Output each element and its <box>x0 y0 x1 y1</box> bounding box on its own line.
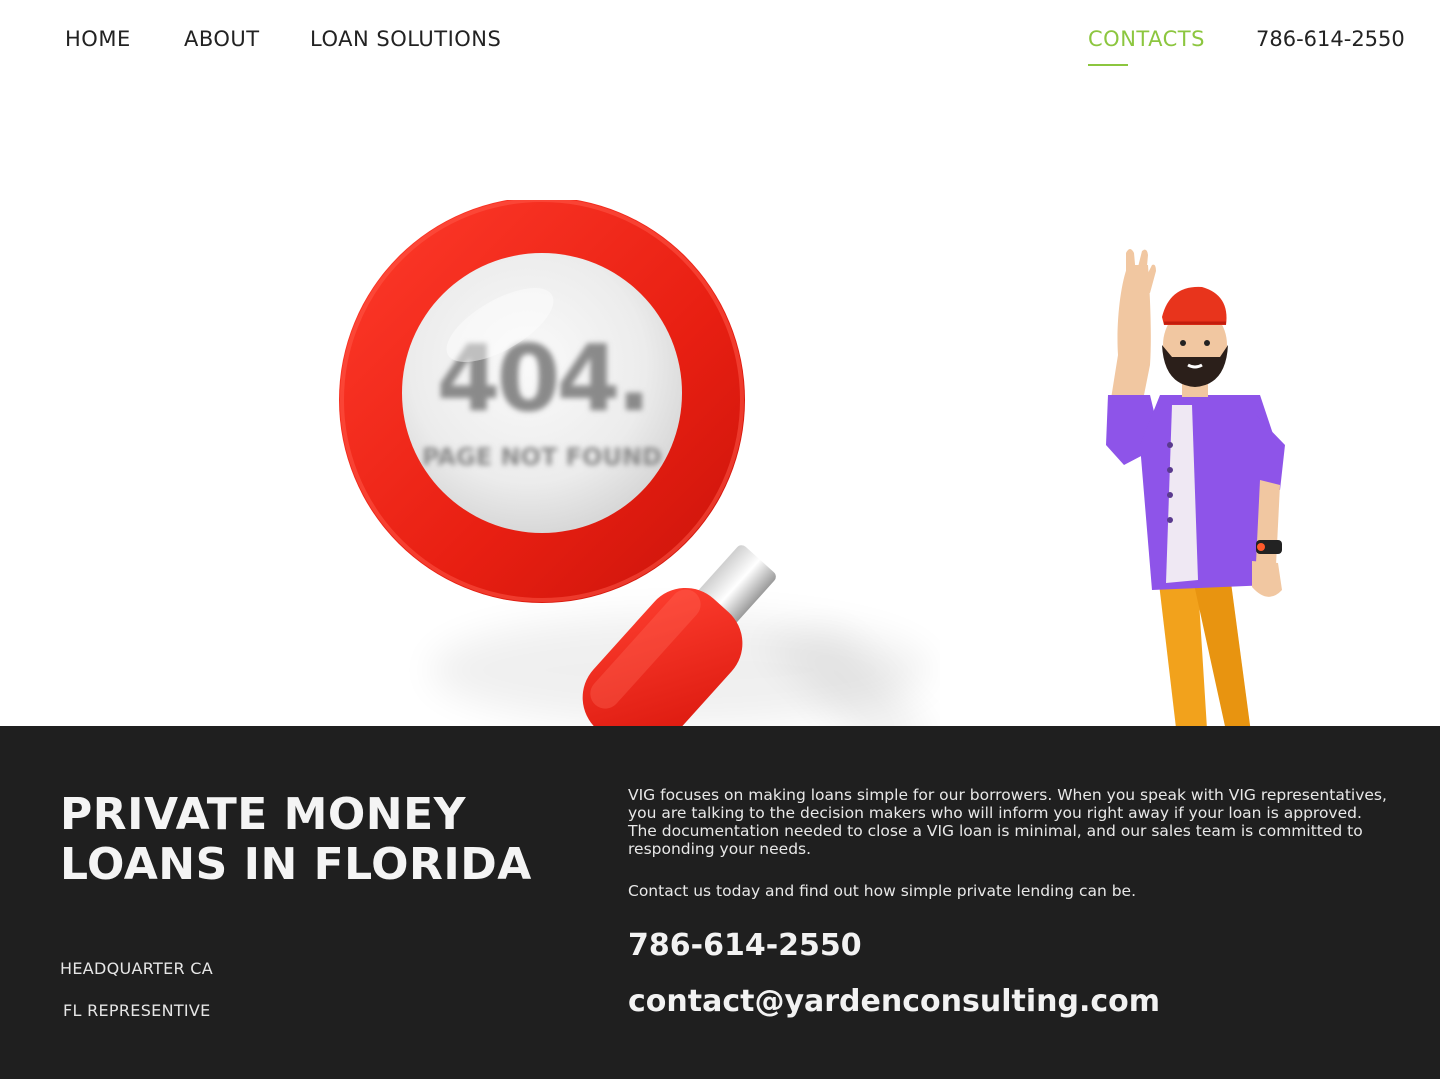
nav-about-link[interactable]: ABOUT <box>184 27 260 51</box>
footer: PRIVATE MONEY LOANS IN FLORIDA HEADQUART… <box>0 726 1440 1079</box>
footer-email-link[interactable]: contact@yardenconsulting.com <box>628 984 1160 1019</box>
error-hero: 404. PAGE NOT FOUND <box>0 80 1440 783</box>
error-message-text: PAGE NOT FOUND <box>422 443 662 471</box>
footer-title-line-1: PRIVATE MONEY <box>60 789 467 840</box>
nav-home-link[interactable]: HOME <box>65 27 131 51</box>
footer-phone-link[interactable]: 786-614-2550 <box>628 928 862 963</box>
waving-man-illustration <box>1090 249 1370 783</box>
active-nav-underline <box>1088 64 1128 66</box>
location-fl-representative: FL REPRESENTIVE <box>63 1001 211 1020</box>
magnifying-glass-illustration: 404. PAGE NOT FOUND <box>339 200 940 760</box>
nav-phone-link[interactable]: 786-614-2550 <box>1256 27 1405 51</box>
footer-cta-text: Contact us today and find out how simple… <box>628 882 1137 900</box>
nav-contacts-link[interactable]: CONTACTS <box>1088 27 1205 51</box>
footer-title-line-2: LOANS IN FLORIDA <box>60 839 532 890</box>
nav-loan-solutions-link[interactable]: LOAN SOLUTIONS <box>310 27 501 51</box>
top-navigation: HOME ABOUT LOAN SOLUTIONS CONTACTS 786-6… <box>0 0 1440 80</box>
footer-title: PRIVATE MONEY LOANS IN FLORIDA <box>60 790 580 890</box>
footer-description: VIG focuses on making loans simple for o… <box>628 786 1387 858</box>
location-headquarter: HEADQUARTER CA <box>60 959 214 978</box>
